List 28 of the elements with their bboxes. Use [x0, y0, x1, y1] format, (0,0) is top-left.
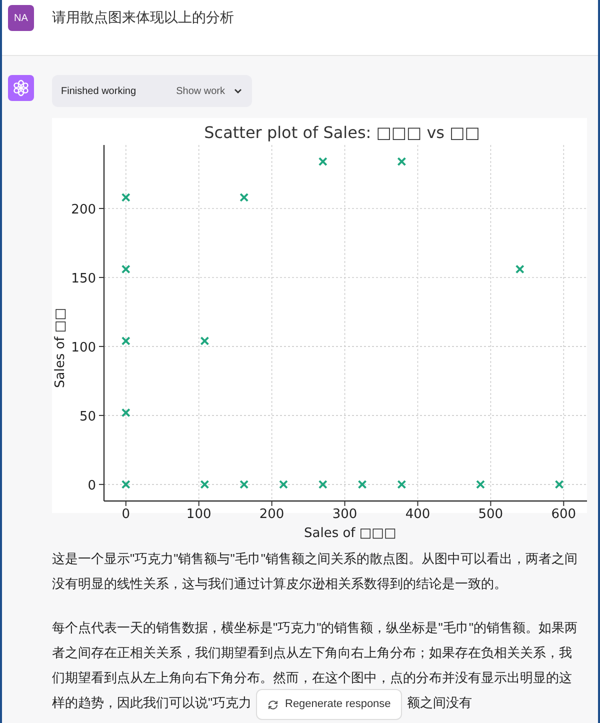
answer-paragraph: 每个点代表一天的销售数据，横坐标是"巧克力"的销售额，纵坐标是"毛巾"的销售额。如果两 者之间存在正相关关系，我们期望看到点从左下角向右上角分布；如果存在负相关关系，我 们期望看到点从左上角向右下角分布。然而，在这个图中，点的分布并没有显示出明显的这	[52, 619, 578, 687]
x-axis-label: Sales of □□□	[304, 527, 396, 540]
x-tick-label: 200	[259, 507, 284, 522]
y-tick-label: 50	[79, 409, 96, 424]
x-tick-label: 600	[551, 507, 576, 522]
work-status-toggle[interactable]: Finished working Show work	[52, 75, 252, 107]
x-tick-label: 100	[186, 507, 212, 522]
x-tick-label: 500	[478, 507, 504, 522]
y-tick-label: 200	[71, 202, 96, 218]
assistant-logo-icon	[12, 79, 30, 97]
y-tick-label: 150	[71, 271, 96, 286]
x-tick-label: 300	[332, 507, 358, 522]
user-message: 请用散点图来体现以上的分析	[52, 8, 234, 27]
regenerate-button[interactable]: Regenerate response	[256, 689, 402, 720]
chart-title: Scatter plot of Sales: □□□ vs □□	[204, 123, 480, 142]
answer-text-fragment: 样的趋势，因此我们可以说"巧克力	[52, 694, 252, 712]
x-tick-label: 400	[405, 507, 430, 522]
answer-paragraph: 这是一个显示"巧克力"销售额与"毛巾"销售额之间关系的散点图。从图中可以看出，两者之间 没有明显的线性关系，这与我们通过计算皮尔逊相关系数得到的结论是一致的。	[52, 550, 578, 593]
y-tick-label: 0	[88, 478, 96, 494]
y-tick-label: 100	[71, 340, 96, 356]
status-label: Finished working	[61, 84, 136, 98]
user-avatar: NA	[8, 5, 34, 31]
chevron-icon	[233, 86, 243, 96]
x-tick-label: 0	[122, 507, 130, 522]
show-work-label: Show work	[176, 84, 225, 98]
y-axis-label: Sales of □□	[53, 308, 68, 388]
refresh-icon	[267, 698, 279, 710]
answer-text-fragment: 额之间没有	[407, 694, 472, 712]
